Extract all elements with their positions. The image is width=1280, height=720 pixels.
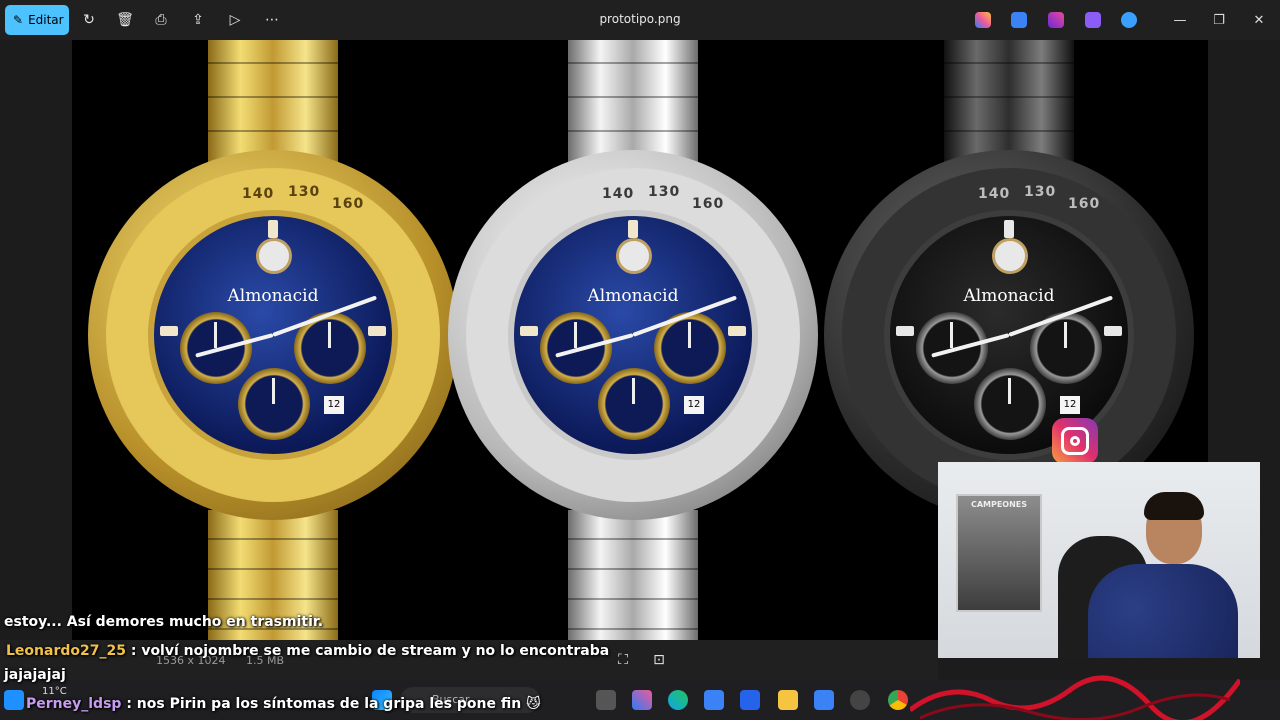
stream-frame-decoration — [910, 675, 1240, 720]
webcam-overlay: CAMPEONES — [938, 462, 1260, 658]
bezel-number: 140 — [978, 186, 1011, 202]
hour-marker — [896, 326, 914, 336]
bezel-number: 160 — [692, 196, 725, 212]
wall-poster: CAMPEONES — [956, 494, 1042, 612]
watch-dial: Almonacid 12 — [514, 216, 752, 454]
share-icon[interactable]: ⇪ — [187, 9, 209, 31]
edit-label: Editar — [28, 13, 64, 27]
hour-marker — [160, 326, 178, 336]
onedrive-icon[interactable] — [1121, 12, 1137, 28]
store-icon[interactable] — [704, 690, 724, 710]
photos-icon[interactable] — [814, 690, 834, 710]
hour-marker — [1104, 326, 1122, 336]
chat-message: Leonardo27_25 : volví nojombre se me cam… — [6, 643, 609, 659]
chat-username: Leonardo27_25 — [6, 643, 126, 659]
chat-text: estoy... Así demores mucho en trasmitir. — [4, 614, 324, 630]
bezel-number: 130 — [648, 184, 681, 200]
fit-icon[interactable]: ⛶ — [612, 649, 634, 671]
chat-text: : nos Pirin pa los síntomas de la gripa … — [126, 696, 541, 712]
hour-marker — [628, 220, 638, 238]
date-window: 12 — [684, 396, 704, 414]
close-icon[interactable]: ✕ — [1249, 10, 1269, 30]
chat-text: : volví nojombre se me cambio de stream … — [130, 643, 610, 659]
poster-title: CAMPEONES — [970, 500, 1028, 509]
watch-strap-bottom — [568, 510, 698, 640]
bezel-number: 130 — [1024, 184, 1057, 200]
maximize-icon[interactable]: ❐ — [1209, 10, 1229, 30]
streamer — [1088, 492, 1238, 658]
app-icon[interactable] — [4, 690, 24, 710]
chat-username: Perney_ldsp — [26, 696, 122, 712]
chat-message: estoy... Así demores mucho en trasmitir. — [4, 614, 323, 630]
brand-logo — [992, 238, 1028, 274]
subdial — [598, 368, 670, 440]
delete-icon[interactable]: 🗑 — [114, 9, 136, 31]
watch-case: 140 130 160 Almonacid 12 — [448, 150, 818, 520]
watch-case: 140 130 160 Almonacid 12 — [88, 150, 458, 520]
mail-icon[interactable] — [740, 690, 760, 710]
watch-dial: Almonacid 12 — [890, 216, 1128, 454]
subdial — [974, 368, 1046, 440]
edge-icon[interactable] — [668, 690, 688, 710]
date-window: 12 — [324, 396, 344, 414]
paint-icon[interactable] — [1048, 12, 1064, 28]
hour-marker — [268, 220, 278, 238]
bezel-number: 140 — [602, 186, 635, 202]
copilot-icon[interactable] — [632, 690, 652, 710]
hour-marker — [1004, 220, 1014, 238]
copilot-icon[interactable] — [975, 12, 991, 28]
photos-app-window: ✎ Editar ↻ 🗑 ⎙ ⇪ ▷ ⋯ prototipo.png — ❐ ✕ — [0, 0, 1280, 720]
print-icon[interactable]: ⎙ — [150, 9, 172, 31]
scan-icon[interactable]: ⊡ — [648, 649, 670, 671]
brand-logo — [616, 238, 652, 274]
brand-logo — [256, 238, 292, 274]
designer-icon[interactable] — [1011, 12, 1027, 28]
subdial — [238, 368, 310, 440]
file-name: prototipo.png — [599, 12, 681, 26]
date-window: 12 — [1060, 396, 1080, 414]
task-view-icon[interactable] — [596, 690, 616, 710]
minimize-icon[interactable]: — — [1170, 10, 1190, 30]
chat-message: Perney_ldsp : nos Pirin pa los síntomas … — [26, 696, 541, 712]
hour-marker — [520, 326, 538, 336]
silver-watch: 140 130 160 Almonacid 12 — [448, 40, 818, 640]
slideshow-icon[interactable]: ▷ — [224, 9, 246, 31]
bezel-number: 160 — [332, 196, 365, 212]
title-bar: ✎ Editar ↻ 🗑 ⎙ ⇪ ▷ ⋯ prototipo.png — ❐ ✕ — [0, 0, 1280, 40]
file-explorer-icon[interactable] — [778, 690, 798, 710]
edit-button[interactable]: ✎ Editar — [5, 5, 69, 35]
hour-marker — [368, 326, 386, 336]
bezel-number: 130 — [288, 184, 321, 200]
hour-marker — [728, 326, 746, 336]
rotate-icon[interactable]: ↻ — [78, 9, 100, 31]
watch-dial: Almonacid 12 — [154, 216, 392, 454]
edit-icon: ✎ — [13, 13, 24, 27]
chrome-icon[interactable] — [888, 690, 908, 710]
obs-icon[interactable] — [850, 690, 870, 710]
clipchamp-icon[interactable] — [1085, 12, 1101, 28]
more-icon[interactable]: ⋯ — [261, 9, 283, 31]
bezel-number: 160 — [1068, 196, 1101, 212]
chat-text: jajajajaj — [4, 667, 66, 683]
chat-message: jajajajaj — [4, 667, 66, 683]
bezel-number: 140 — [242, 186, 275, 202]
instagram-icon — [1052, 418, 1098, 464]
gold-watch: 140 130 160 Almonacid 12 — [88, 40, 458, 640]
